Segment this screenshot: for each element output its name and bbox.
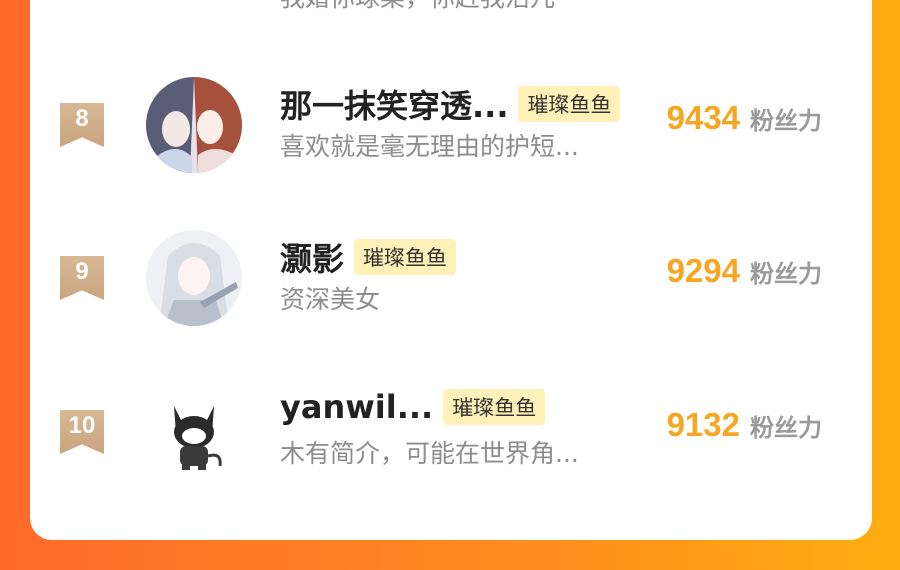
black-cat-avatar-icon [146, 384, 242, 480]
fans-score: 9294 粉丝力 [667, 252, 822, 290]
user-description: 木有简介，可能在世界角... [280, 439, 579, 468]
fans-number: 9294 [666, 252, 740, 289]
fans-number: 9434 [666, 99, 740, 136]
fans-score: 9434 粉丝力 [667, 99, 822, 137]
anime-couple-avatar-icon [146, 77, 242, 173]
ranking-row-9[interactable]: 9 灏影 璀璨鱼鱼 资深美女 9294 粉丝力 [30, 218, 872, 338]
tag-badge: 璀璨鱼鱼 [518, 86, 621, 122]
tag-badge: 璀璨鱼鱼 [354, 239, 457, 275]
rank-badge: 10 [60, 410, 104, 454]
tag-badge: 璀璨鱼鱼 [443, 389, 546, 425]
ranking-card: 我婚你球菜，你赶我活儿 8 那一抹笑穿透... 璀璨鱼鱼 喜欢就是毫无理由的护短… [30, 0, 872, 540]
top-row-desc: 我婚你球菜，你赶我活儿 [280, 0, 555, 14]
user-description: 喜欢就是毫无理由的护短... [280, 132, 579, 161]
username[interactable]: yanwil... [280, 388, 433, 426]
fans-number: 9132 [666, 406, 740, 443]
fans-score: 9132 粉丝力 [667, 406, 822, 444]
username[interactable]: 那一抹笑穿透... [280, 81, 508, 127]
ranking-row-10[interactable]: 10 yanwil... 璀璨鱼鱼 木有简介，可能在世界角... 9132 粉丝… [30, 372, 872, 492]
avatar-black-cat[interactable] [146, 384, 242, 480]
user-description: 资深美女 [280, 285, 381, 314]
fans-label: 粉丝力 [750, 414, 822, 442]
rank-badge: 8 [60, 103, 104, 147]
username[interactable]: 灏影 [280, 234, 344, 280]
fans-label: 粉丝力 [750, 107, 822, 135]
ranking-row-8[interactable]: 8 那一抹笑穿透... 璀璨鱼鱼 喜欢就是毫无理由的护短... 9434 粉丝力 [30, 65, 872, 185]
white-hair-character-avatar-icon [146, 230, 242, 326]
avatar-white-hair[interactable] [146, 230, 242, 326]
avatar-anime-couple[interactable] [146, 77, 242, 173]
fans-label: 粉丝力 [750, 260, 822, 288]
rank-badge: 9 [60, 256, 104, 300]
